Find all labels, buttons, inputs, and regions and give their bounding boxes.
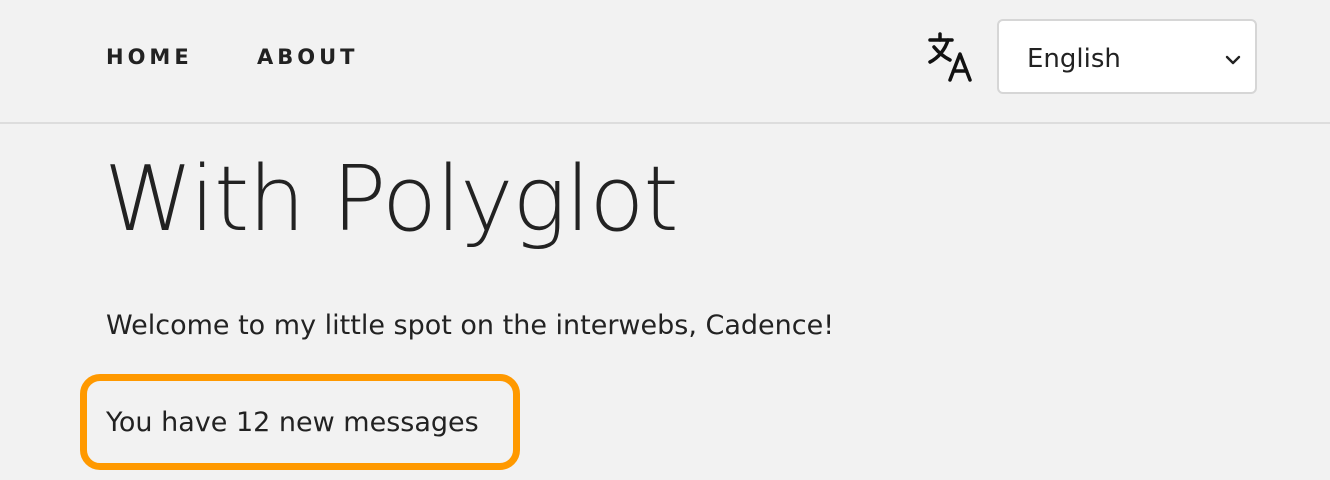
nav-home-link[interactable]: HOME	[106, 44, 193, 70]
chevron-down-icon	[1225, 51, 1241, 65]
welcome-message: Welcome to my little spot on the interwe…	[106, 310, 835, 341]
top-navbar: HOME ABOUT English	[0, 0, 1330, 124]
new-messages-text: You have 12 new messages	[106, 407, 479, 438]
page-title: With Polyglot	[104, 147, 679, 252]
translate-icon	[926, 30, 976, 82]
language-selected-value: English	[1027, 44, 1121, 74]
nav-about-link[interactable]: ABOUT	[257, 44, 359, 70]
language-select[interactable]: English	[997, 19, 1257, 94]
